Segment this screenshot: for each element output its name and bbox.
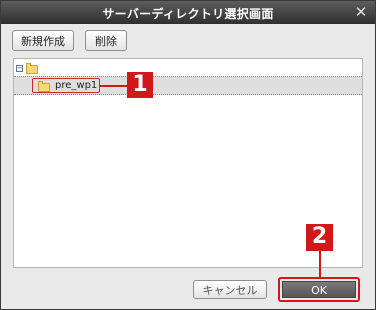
collapse-icon[interactable]: − [16,65,23,72]
dialog-title: サーバーディレクトリ選択画面 [102,7,274,21]
callout-1-badge: 1 [127,72,153,98]
callout-2-badge: 2 [306,224,333,251]
title-bar[interactable]: サーバーディレクトリ選択画面 ✕ [1,1,375,24]
folder-icon [26,63,38,74]
ok-button[interactable]: OK [282,281,356,298]
tree-node-pre-wp1[interactable]: pre_wp1 [32,78,100,93]
callout-1-connector [99,85,127,87]
new-folder-button[interactable]: 新規作成 [12,30,74,51]
cancel-button[interactable]: キャンセル [193,280,267,299]
directory-select-dialog: サーバーディレクトリ選択画面 ✕ 新規作成 削除 − pre_wp1 1 キャン… [0,0,376,310]
close-icon[interactable]: ✕ [353,3,369,21]
delete-button[interactable]: 削除 [85,30,127,51]
callout-2-connector [319,250,321,277]
folder-icon [38,81,50,92]
tree-row-selected[interactable]: pre_wp1 [14,76,362,95]
tree-node-label: pre_wp1 [55,80,98,91]
